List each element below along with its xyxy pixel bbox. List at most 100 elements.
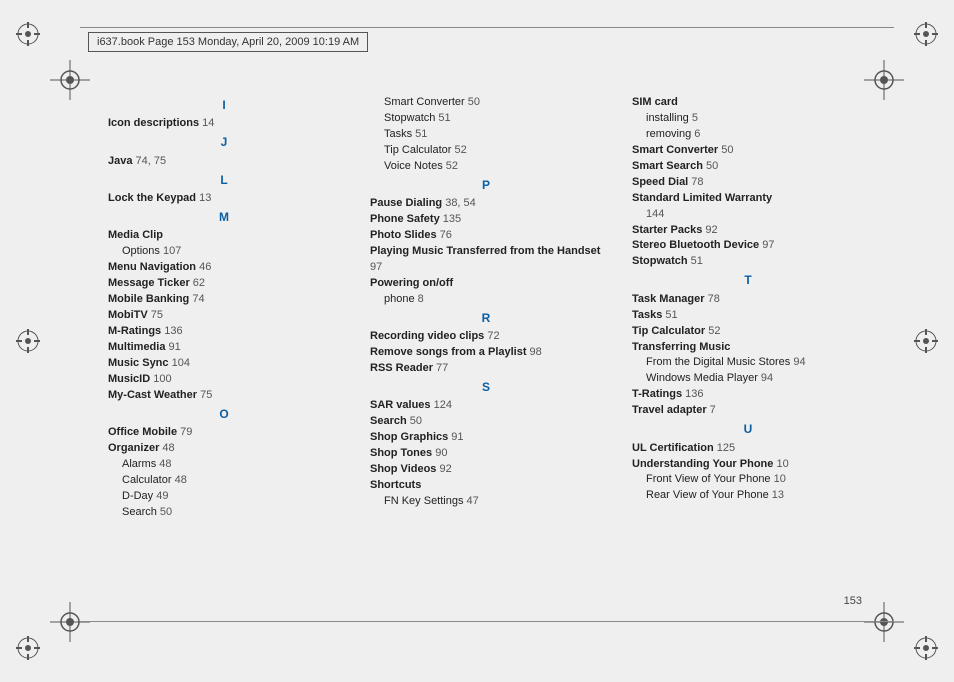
page-number: 153 — [844, 595, 862, 607]
index-entry: Task Manager 78 — [632, 292, 864, 308]
index-entry-page: 48 — [172, 474, 187, 486]
index-entry-page: 47 — [463, 495, 478, 507]
index-entry-term: SAR values — [370, 399, 431, 411]
index-letter-heading: I — [108, 97, 340, 114]
index-entry: Multimedia 91 — [108, 340, 340, 356]
index-entry-page: 50 — [157, 506, 172, 518]
index-subentry-term: D-Day — [122, 490, 153, 502]
index-entry-page: 136 — [161, 325, 182, 337]
index-letter-heading: M — [108, 209, 340, 226]
index-subentry-term: Rear View of Your Phone — [646, 489, 769, 501]
index-column-1: IIcon descriptions 14JJava 74, 75LLock t… — [108, 95, 340, 582]
index-entry: Shop Tones 90 — [370, 446, 602, 462]
index-subentry-term: Calculator — [122, 474, 172, 486]
index-subentry-term: Front View of Your Phone — [646, 473, 771, 485]
index-entry-page: 97 — [759, 239, 774, 251]
index-entry-page: 136 — [682, 388, 703, 400]
index-entry: Shortcuts — [370, 478, 602, 494]
index-entry-term: Understanding Your Phone — [632, 458, 773, 470]
index-entry: Tasks 51 — [632, 308, 864, 324]
index-entry-term: Mobile Banking — [108, 293, 189, 305]
index-entry-term: Playing Music Transferred from the Hands… — [370, 245, 600, 257]
index-entry-term: Recording video clips — [370, 330, 484, 342]
index-entry-term: Speed Dial — [632, 176, 688, 188]
index-entry-page: 6 — [691, 128, 700, 140]
index-entry: Mobile Banking 74 — [108, 292, 340, 308]
index-entry-term: Standard Limited Warranty — [632, 192, 772, 204]
crosshair-icon — [50, 602, 90, 642]
index-entry: Playing Music Transferred from the Hands… — [370, 244, 602, 276]
index-entry: Icon descriptions 14 — [108, 116, 340, 132]
index-entry: Smart Search 50 — [632, 159, 864, 175]
index-entry: Recording video clips 72 — [370, 329, 602, 345]
index-subentry: Tasks 51 — [370, 127, 602, 143]
index-entry-page: 7 — [707, 404, 716, 416]
index-entry-page: 72 — [484, 330, 499, 342]
index-entry: Smart Converter 50 — [632, 143, 864, 159]
index-entry-term: Photo Slides — [370, 229, 437, 241]
index-entry: SIM card — [632, 95, 864, 111]
index-entry-page: 104 — [169, 357, 190, 369]
index-subentry-term: Smart Converter — [384, 96, 465, 108]
index-subentry-term: Windows Media Player — [646, 372, 758, 384]
index-entry-page: 48 — [159, 442, 174, 454]
index-subentry: Voice Notes 52 — [370, 159, 602, 175]
index-entry-term: Shop Graphics — [370, 431, 448, 443]
index-entry-term: Phone Safety — [370, 213, 440, 225]
index-entry: Stopwatch 51 — [632, 254, 864, 270]
index-entry: MusicID 100 — [108, 372, 340, 388]
index-entry: Office Mobile 79 — [108, 425, 340, 441]
index-entry-page: 74, 75 — [132, 155, 166, 167]
index-entry-page: 75 — [197, 389, 212, 401]
index-subentry-term: FN Key Settings — [384, 495, 463, 507]
index-entry: UL Certification 125 — [632, 441, 864, 457]
index-entry-page: 52 — [443, 160, 458, 172]
header-rule — [80, 27, 894, 28]
index-letter-heading: O — [108, 406, 340, 423]
index-entry-term: Task Manager — [632, 293, 705, 305]
index-entry-page: 52 — [705, 325, 720, 337]
registration-mark-icon — [16, 329, 40, 353]
index-entry: Powering on/off — [370, 276, 602, 292]
index-entry-page: 78 — [705, 293, 720, 305]
index-entry-page: 90 — [432, 447, 447, 459]
index-entry-term: Stopwatch — [632, 255, 688, 267]
index-entry-term: Menu Navigation — [108, 261, 196, 273]
index-entry-term: Stereo Bluetooth Device — [632, 239, 759, 251]
index-entry: Shop Graphics 91 — [370, 430, 602, 446]
index-entry: Standard Limited Warranty — [632, 191, 864, 207]
index-entry-term: Tasks — [632, 309, 662, 321]
index-entry-term: Shop Videos — [370, 463, 436, 475]
index-subentry-term: removing — [646, 128, 691, 140]
index-entry: Menu Navigation 46 — [108, 260, 340, 276]
index-entry: Stereo Bluetooth Device 97 — [632, 238, 864, 254]
index-entry-page: 51 — [412, 128, 427, 140]
crosshair-icon — [50, 60, 90, 100]
index-entry-term: Organizer — [108, 442, 159, 454]
index-entry: SAR values 124 — [370, 398, 602, 414]
index-entry-page: 100 — [150, 373, 171, 385]
index-entry-page: 135 — [440, 213, 461, 225]
registration-mark-icon — [914, 636, 938, 660]
index-entry-page: 46 — [196, 261, 211, 273]
index-entry-page: 91 — [448, 431, 463, 443]
index-entry-page: 50 — [407, 415, 422, 427]
index-letter-heading: T — [632, 272, 864, 289]
index-subentry: Front View of Your Phone 10 — [632, 472, 864, 488]
index-entry-term: Message Ticker — [108, 277, 190, 289]
index-entry: T-Ratings 136 — [632, 387, 864, 403]
index-subentry-term: Alarms — [122, 458, 156, 470]
index-letter-heading: J — [108, 134, 340, 151]
index-entry: RSS Reader 77 — [370, 361, 602, 377]
index-entry: M-Ratings 136 — [108, 324, 340, 340]
index-subentry: From the Digital Music Stores 94 — [632, 355, 864, 371]
index-entry-term: My-Cast Weather — [108, 389, 197, 401]
index-entry-term: Tip Calculator — [632, 325, 705, 337]
index-subentry: D-Day 49 — [108, 489, 340, 505]
index-subentry: installing 5 — [632, 111, 864, 127]
index-letter-heading: R — [370, 310, 602, 327]
index-entry-page: 13 — [196, 192, 211, 204]
index-entry: Pause Dialing 38, 54 — [370, 196, 602, 212]
index-entry-page: 52 — [451, 144, 466, 156]
index-entry-term: Smart Converter — [632, 144, 718, 156]
